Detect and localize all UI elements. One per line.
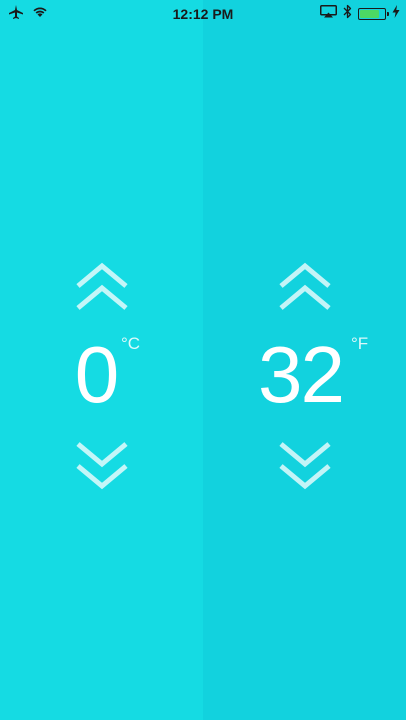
celsius-decrease-button[interactable] bbox=[72, 438, 132, 490]
converter-screen: 12:12 PM 0 °C 32 °F bbox=[0, 0, 406, 720]
fahrenheit-decrease-button[interactable] bbox=[275, 438, 335, 490]
double-chevron-up-icon bbox=[278, 262, 331, 310]
celsius-column: 0 °C bbox=[0, 258, 203, 498]
fahrenheit-increase-button[interactable] bbox=[275, 262, 335, 314]
bluetooth-icon bbox=[343, 4, 352, 24]
fahrenheit-unit: °F bbox=[351, 334, 369, 353]
celsius-unit: °C bbox=[121, 334, 141, 353]
status-bar: 12:12 PM bbox=[0, 0, 406, 28]
double-chevron-down-icon bbox=[278, 442, 331, 490]
fahrenheit-value: 32 bbox=[258, 330, 345, 419]
battery-icon bbox=[358, 8, 389, 20]
charging-bolt-icon bbox=[392, 5, 400, 23]
status-bar-right bbox=[320, 4, 400, 24]
double-chevron-up-icon bbox=[75, 262, 128, 310]
celsius-increase-button[interactable] bbox=[72, 262, 132, 314]
double-chevron-down-icon bbox=[75, 442, 128, 490]
battery-level bbox=[360, 10, 380, 18]
airplay-icon bbox=[320, 5, 337, 23]
celsius-value: 0 bbox=[74, 330, 120, 419]
fahrenheit-column: 32 °F bbox=[203, 258, 406, 498]
